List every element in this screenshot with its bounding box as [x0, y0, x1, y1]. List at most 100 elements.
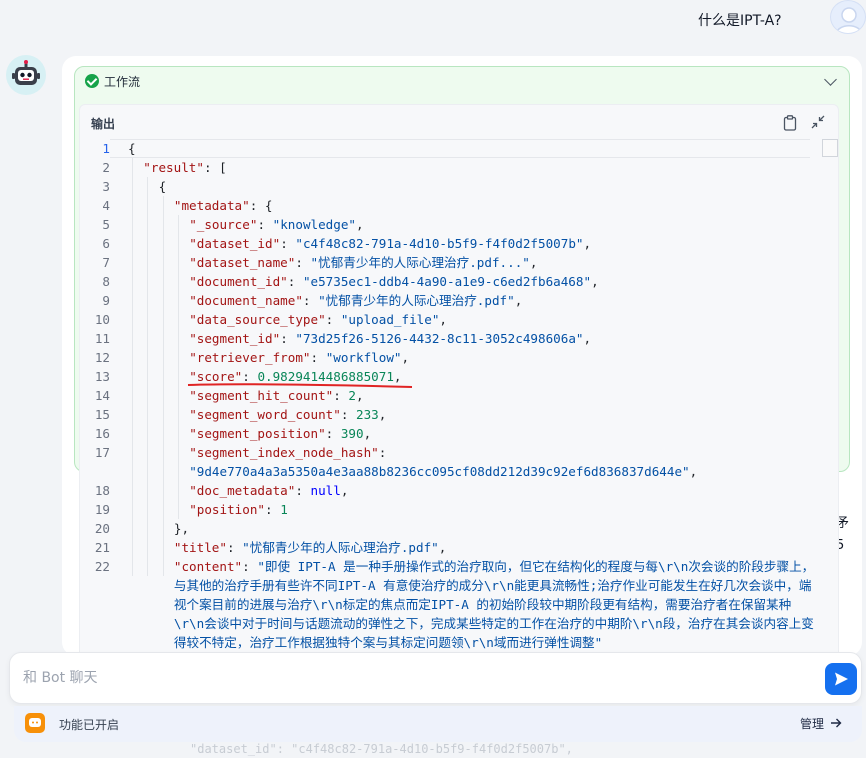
json-token: ,: [591, 274, 599, 289]
indent-guide: [162, 424, 164, 443]
manage-link[interactable]: 管理: [800, 715, 824, 732]
active-line-highlight: [110, 139, 810, 158]
json-token: "segment_index_node_hash": [189, 445, 379, 460]
json-token: :: [340, 407, 357, 422]
code-line: 7 "dataset_name": "忧郁青少年的人际心理治疗.pdf...",: [80, 253, 838, 272]
indent-guide: [177, 405, 179, 424]
json-token: "e5735ec1-ddb4-4a90-a1e9-c6ed2fb6a468": [302, 274, 592, 289]
json-token: {: [158, 179, 167, 194]
indent-guide: [162, 348, 164, 367]
indent-guide: [132, 177, 133, 196]
indent-guide: [132, 291, 133, 310]
indent-guide: [162, 538, 164, 557]
line-number: 9: [102, 293, 110, 308]
indent-guide: [162, 215, 164, 234]
code-line: "9d4e770a4a3a5350a4e3aa88b8236cc095cf08d…: [80, 462, 838, 481]
indent-guide: [162, 519, 164, 538]
indent-guide: [177, 310, 179, 329]
indent-guide: [132, 196, 133, 215]
json-token: "data_source_type": [189, 312, 326, 327]
indent-guide: [147, 234, 149, 253]
code-line: 10 "data_source_type": "upload_file",: [80, 310, 838, 329]
code-line: 22 "content": "即使 IPT-A 是一种手册操作式的治疗取向，但它在…: [80, 557, 838, 650]
json-token: "retriever_from": [189, 350, 311, 365]
indent-guide: [162, 196, 164, 215]
indent-guide: [177, 329, 179, 348]
json-token: :: [295, 255, 311, 270]
json-token: {: [128, 141, 136, 156]
chat-input[interactable]: [23, 665, 803, 691]
indent-guide: [162, 329, 164, 348]
indent-guide: [177, 462, 179, 481]
indent-guide: [147, 253, 149, 272]
line-number: 2: [102, 160, 110, 175]
json-token: 390: [340, 426, 364, 441]
workflow-header[interactable]: 工作流: [75, 67, 849, 97]
json-token: :: [287, 274, 303, 289]
indent-guide: [132, 215, 133, 234]
line-number: 20: [94, 521, 110, 536]
json-token: "_source": [189, 217, 258, 232]
json-token: :: [325, 312, 341, 327]
collapse-icon[interactable]: [811, 115, 825, 129]
user-icon: [835, 7, 863, 33]
line-number: 1: [102, 141, 110, 156]
line-number: 12: [94, 350, 110, 365]
json-token: ,: [340, 483, 349, 498]
json-token: },: [173, 521, 190, 536]
arrow-right-icon[interactable]: [830, 717, 842, 729]
json-token: :: [325, 426, 341, 441]
json-token: :: [242, 559, 258, 574]
code-text: "segment_id": "73d25f26-5126-4432-8c11-3…: [189, 329, 591, 348]
indent-guide: [132, 348, 133, 367]
code-line: 4 "metadata": {: [80, 196, 838, 215]
code-text: },: [174, 519, 189, 538]
code-text: "content": "即使 IPT-A 是一种手册操作式的治疗取向，但它在结构…: [174, 557, 820, 652]
line-number: 18: [94, 483, 110, 498]
json-token: :: [226, 540, 243, 555]
indent-guide: [147, 177, 149, 196]
json-token: 1: [280, 502, 288, 517]
output-header: 输出: [80, 105, 838, 139]
indent-guide: [162, 481, 164, 500]
indent-guide: [132, 386, 133, 405]
indent-guide: [147, 500, 149, 519]
json-token: ,: [689, 464, 698, 479]
indent-guide: [177, 386, 179, 405]
indent-guide: [177, 291, 179, 310]
indent-guide: [177, 367, 179, 386]
indent-guide: [147, 196, 149, 215]
scrollbar-thumb[interactable]: [822, 139, 838, 157]
indent-guide: [162, 405, 164, 424]
json-token: "segment_hit_count": [189, 388, 334, 403]
json-token: null: [310, 483, 341, 498]
indent-guide: [132, 253, 133, 272]
json-token: "result": [143, 160, 204, 175]
line-number: 17: [94, 445, 110, 460]
json-token: ,: [438, 540, 447, 555]
json-token: 233: [356, 407, 379, 422]
indent-guide: [132, 329, 133, 348]
code-text: "document_id": "e5735ec1-ddb4-4a90-a1e9-…: [189, 272, 598, 291]
indent-guide: [177, 234, 179, 253]
line-number: 7: [102, 255, 110, 270]
json-token: ,: [583, 331, 592, 346]
json-token: "segment_id": [189, 331, 281, 346]
indent-guide: [132, 538, 133, 557]
indent-guide: [147, 462, 149, 481]
code-text: {: [159, 177, 167, 196]
chevron-down-icon[interactable]: [824, 73, 837, 86]
user-avatar[interactable]: [830, 0, 866, 34]
indent-guide: [132, 405, 133, 424]
json-code-viewer[interactable]: 1{2 "result": [3{4 "metadata": {5 "_source"…: [80, 139, 838, 663]
line-number: 19: [94, 502, 110, 517]
indent-guide: [132, 158, 133, 177]
line-number: 13: [94, 369, 110, 384]
clipboard-icon[interactable]: [783, 115, 797, 131]
send-button[interactable]: [825, 663, 857, 695]
json-token: : [: [203, 160, 227, 175]
indent-guide: [132, 519, 133, 538]
json-token: ,: [583, 236, 592, 251]
json-token: ,: [514, 293, 523, 308]
code-line: 6 "dataset_id": "c4f48c82-791a-4d10-b5f9-…: [80, 234, 838, 253]
